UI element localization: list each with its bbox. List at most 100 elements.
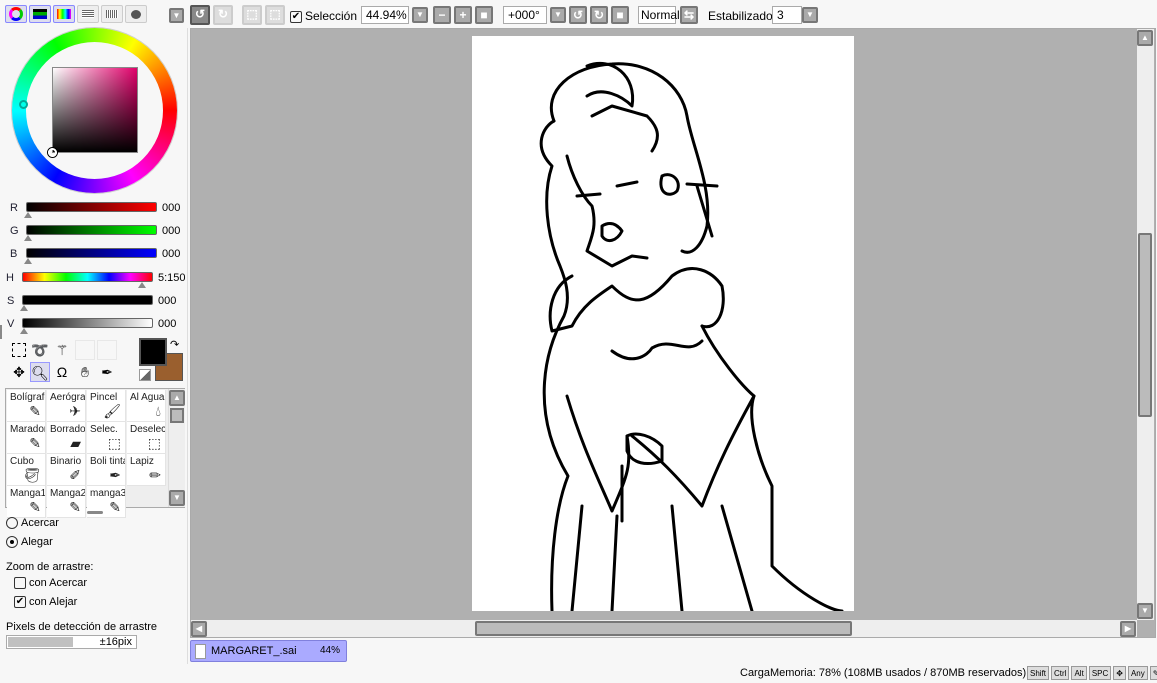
brush-slot[interactable]: Marador ✎ xyxy=(7,422,46,454)
brush-slot[interactable]: Pincel 🖌︎ xyxy=(87,390,126,422)
rotate-reset-button[interactable]: ■ xyxy=(611,6,629,24)
move-tool[interactable]: ✥ xyxy=(9,362,29,382)
pen-icon: ✎ xyxy=(109,499,121,515)
h-slider[interactable] xyxy=(22,272,153,282)
zoom-out-button[interactable]: − xyxy=(433,6,451,24)
pen-icon: ✎ xyxy=(29,499,41,515)
omega-rotate-icon: Ω xyxy=(56,364,68,380)
zoom-in-radio[interactable]: Acercar xyxy=(6,517,59,530)
stabilizer-dropdown[interactable]: ▼ xyxy=(802,7,818,23)
g-thumb[interactable] xyxy=(24,235,32,241)
vertical-scroll-thumb[interactable] xyxy=(1138,233,1152,417)
g-value: 000 xyxy=(162,225,181,237)
brush-slot[interactable]: Manga1 ✎ xyxy=(7,486,46,518)
rgb-sliders-tab[interactable] xyxy=(29,5,51,23)
panel-menu-dropdown[interactable]: ▼ xyxy=(169,8,184,23)
hand-tool[interactable]: ✋︎ xyxy=(75,362,95,382)
brush-slot[interactable]: Borrador ▰ xyxy=(47,422,86,454)
lasso-tool[interactable]: ➰ xyxy=(30,340,50,360)
deselect-button[interactable]: ⬚ xyxy=(242,5,262,25)
rotate-cw-icon: ↻ xyxy=(593,8,605,22)
with-zoom-in-checkbox[interactable]: con Acercar xyxy=(14,577,87,590)
scroll-left-button[interactable]: ◀ xyxy=(191,621,207,637)
magnifier-icon: 🔍︎ xyxy=(31,365,49,381)
hsv-sliders-tab[interactable] xyxy=(53,5,75,23)
redo-button[interactable]: ↻ xyxy=(213,5,233,25)
zoom-dropdown[interactable]: ▼ xyxy=(412,7,428,23)
sv-marker[interactable] xyxy=(48,148,57,157)
v-slider[interactable] xyxy=(22,318,153,328)
h-thumb[interactable] xyxy=(138,282,146,288)
rotate-left-button[interactable]: ↺ xyxy=(569,6,587,24)
scroll-right-button[interactable]: ▶ xyxy=(1120,621,1136,637)
rotation-field[interactable]: +000° xyxy=(503,6,547,24)
brush-scroll-thumb[interactable] xyxy=(170,408,184,423)
brush-slot[interactable]: Lapiz ✏︎ xyxy=(127,454,166,486)
s-slider[interactable] xyxy=(22,295,153,305)
plus-icon: + xyxy=(459,8,467,22)
modifier-keys: Shift Ctrl Alt SPC ✥ Any ✎ xyxy=(1025,666,1157,680)
rotation-dropdown[interactable]: ▼ xyxy=(550,7,566,23)
panel-resize-handle[interactable] xyxy=(87,511,103,514)
b-slider[interactable] xyxy=(26,248,157,258)
brush-slot[interactable]: Aerógrafo✈ xyxy=(47,390,86,422)
brush-slot[interactable]: Cubo 🪣︎ xyxy=(7,454,46,486)
brush-slot[interactable]: Manga2 ✎ xyxy=(47,486,86,518)
brush-slot[interactable]: Al Agua 💧︎ xyxy=(127,390,166,422)
stabilizer-field[interactable]: 3 xyxy=(772,6,802,24)
reset-colors-icon[interactable] xyxy=(139,369,151,381)
hue-marker[interactable] xyxy=(19,100,28,109)
rotate-right-button[interactable]: ↻ xyxy=(590,6,608,24)
brush-slot[interactable]: Bolígrafo✎ xyxy=(7,390,46,422)
rect-select-tool[interactable] xyxy=(9,340,29,360)
horizontal-scrollbar[interactable]: ◀ ▶ xyxy=(191,620,1137,637)
r-slider[interactable] xyxy=(26,202,157,212)
zoom-tool[interactable]: 🔍︎ xyxy=(30,362,50,382)
with-zoom-out-checkbox[interactable]: ✔ con Alejar xyxy=(14,596,77,609)
flip-horizontal-button[interactable]: ⇆ xyxy=(680,6,698,24)
brush-slot[interactable]: Deselec. ⬚ xyxy=(127,422,166,454)
zoom-in-button[interactable]: + xyxy=(454,6,472,24)
undo-button[interactable]: ↺ xyxy=(190,5,210,25)
zoom-reset-button[interactable]: ■ xyxy=(475,6,493,24)
color-wheel-tab[interactable] xyxy=(5,5,27,23)
document-tab[interactable]: MARGARET_.sai 44% xyxy=(190,640,347,662)
empty-tool-slot xyxy=(97,340,117,360)
horizontal-scroll-thumb[interactable] xyxy=(475,621,852,636)
foreground-color-swatch[interactable] xyxy=(139,338,167,366)
blend-mode-button[interactable]: Normal xyxy=(638,6,680,24)
eyedropper-tool[interactable]: ✒ xyxy=(97,362,117,382)
scroll-down-button[interactable]: ▼ xyxy=(169,490,185,506)
scroll-up-button[interactable]: ▲ xyxy=(1137,30,1153,46)
vertical-scrollbar[interactable]: ▲ ▼ xyxy=(1137,29,1154,620)
pencil-icon: ✏︎ xyxy=(149,467,161,483)
brush-scrollbar[interactable]: ▲ ▼ xyxy=(168,389,185,507)
selection-checkbox[interactable]: ✔ Selección xyxy=(290,9,357,23)
selection-label: Selección xyxy=(305,9,358,23)
zoom-out-radio[interactable]: Alegar xyxy=(6,536,53,549)
b-thumb[interactable] xyxy=(24,258,32,264)
swap-colors-icon[interactable]: ↷ xyxy=(170,338,179,351)
g-slider[interactable] xyxy=(26,225,157,235)
saturation-value-square[interactable] xyxy=(52,67,138,153)
r-thumb[interactable] xyxy=(24,212,32,218)
rotate-tool[interactable]: Ω xyxy=(52,362,72,382)
scroll-down-button[interactable]: ▼ xyxy=(1137,603,1153,619)
invert-selection-button[interactable]: ⬚ xyxy=(265,5,285,25)
zoom-field[interactable]: 44.94% xyxy=(361,6,409,24)
hand-icon: ✋︎ xyxy=(81,364,89,380)
drawing-canvas[interactable] xyxy=(472,36,854,613)
scratchpad-tab[interactable] xyxy=(101,5,123,23)
brush-slot[interactable]: Boli tinta ✒ xyxy=(87,454,126,486)
panel-edge-handle[interactable] xyxy=(0,325,2,339)
s-thumb[interactable] xyxy=(20,305,28,311)
magic-wand-tool[interactable]: ⚚ xyxy=(52,340,72,360)
navigator-tab[interactable] xyxy=(125,5,147,23)
brush-slot[interactable]: Selec. ⬚ xyxy=(87,422,126,454)
v-thumb[interactable] xyxy=(20,328,28,334)
drag-pixels-slider[interactable]: ±16pix xyxy=(6,635,137,649)
brush-label: Pincel xyxy=(90,392,118,403)
brush-slot[interactable]: Binario ✐ xyxy=(47,454,86,486)
scroll-up-button[interactable]: ▲ xyxy=(169,390,185,406)
swatches-tab[interactable] xyxy=(77,5,99,23)
